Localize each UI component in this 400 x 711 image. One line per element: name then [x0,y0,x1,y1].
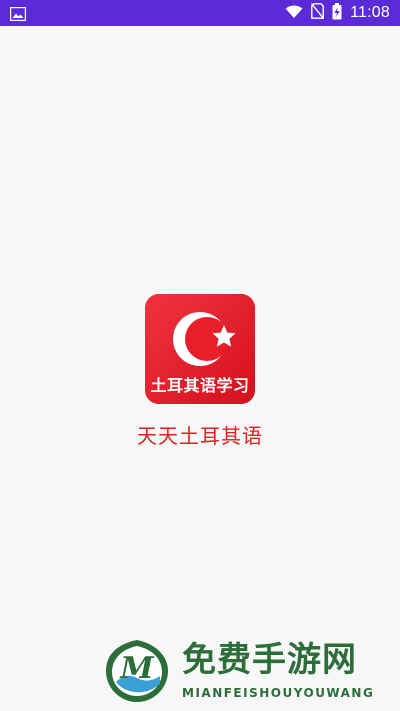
svg-text:M: M [119,651,154,686]
watermark: M 免费手游网 MIANFEISHOUYOUWANG [104,638,394,708]
watermark-logo-icon: M [104,638,170,704]
app-icon: 土耳其语学习 [145,294,255,404]
wifi-icon [285,4,303,23]
watermark-title: 免费手游网 [182,640,357,680]
status-time: 11:08 [350,4,390,21]
app-icon-label: 土耳其语学习 [150,376,250,395]
watermark-subtitle: MIANFEISHOUYOUWANG [182,686,375,700]
battery-charging-icon [332,2,342,24]
app-name: 天天土耳其语 [137,424,263,448]
status-bar: 11:08 [0,0,400,26]
status-icons: 11:08 [285,2,390,24]
image-notification-icon [9,6,27,22]
no-sim-icon [311,3,325,23]
